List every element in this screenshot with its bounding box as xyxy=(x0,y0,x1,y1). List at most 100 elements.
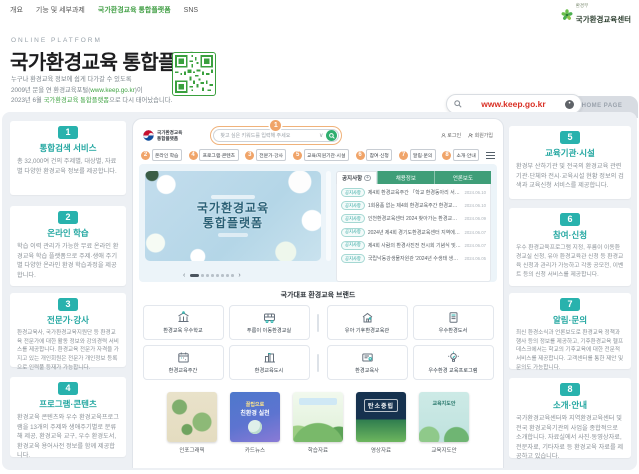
url-text: www.keep.go.kr xyxy=(467,99,560,109)
resource-videos[interactable]: 탄소중립 영상자료 xyxy=(356,392,406,454)
feature-card-about[interactable]: 8 소개·안내 국가환경교육센터와 지역환경교육센터 및 전국 환경교육기관의 … xyxy=(509,378,631,458)
top-nav-sns[interactable]: SNS xyxy=(184,7,198,14)
brand-card-mobile-classroom[interactable]: 푸름이 이동환경교실 xyxy=(229,305,310,340)
annotation-badge: 6 xyxy=(356,151,365,160)
feature-title: 프로그램·콘텐츠 xyxy=(17,398,119,410)
feature-card-experts[interactable]: 3 전문가·강사 환경교육사, 국가환경교육지원단 등 환경교육 전문가에 대한… xyxy=(10,293,126,367)
brand-card-educator-license[interactable]: 환경교육사 xyxy=(327,345,408,380)
tab-press[interactable]: 언론보도 xyxy=(434,171,491,184)
notice-row[interactable]: 공지사항 제4회 사람의 환경사진전 전시회 기념식 및 어린이 글짓기 행..… xyxy=(341,239,486,252)
tab-notices[interactable]: 공지사항 + xyxy=(336,171,377,184)
top-nav-features[interactable]: 기능 및 세부과제 xyxy=(36,5,85,15)
banner-decoration xyxy=(211,195,255,199)
notice-badge: 공지사항 xyxy=(341,214,365,223)
search-placeholder: 찾고 싶은 키워드를 입력해 주세요 xyxy=(220,132,319,139)
mock-nav-notices[interactable]: 7 알림·문의 xyxy=(399,149,436,161)
address-bar[interactable]: www.keep.go.kr • xyxy=(446,94,582,114)
login-link[interactable]: 로그인 xyxy=(441,132,461,139)
brand-card-education-city[interactable]: 환경교육도시 xyxy=(229,345,310,380)
notice-badge: 공지사항 xyxy=(341,241,365,250)
main-banner[interactable]: 국가환경교육 통합플랫폼 xyxy=(145,171,321,261)
notice-row[interactable]: 공지사항 1회용품 없는 제4회 환경교육주간 환경교육 홍보 및 체험부.. … xyxy=(341,199,486,212)
mock-logo-line1: 국가환경교육 xyxy=(157,130,182,135)
person-icon xyxy=(441,133,446,138)
feature-card-notices[interactable]: 7 알림·문의 최신 환경소식과 언론보도로 환경교육 정책과 행사 등의 정보… xyxy=(509,293,631,369)
globe-illustration xyxy=(248,420,262,434)
carousel-dot[interactable] xyxy=(226,274,229,277)
banner-title-line1: 국가환경교육 xyxy=(197,201,269,215)
cardnews-thumbnail: 꿀팁으로 친환경 실천 xyxy=(230,392,280,442)
brand-card-education-week[interactable]: 환경교육주간 xyxy=(143,345,224,380)
feature-title: 참여·신청 xyxy=(516,229,624,241)
feature-text: 환경부 산하기관 및 전국의 환경교육 관련 기관·단체와 전시·교육시설 현황… xyxy=(516,162,624,191)
feature-number-badge: 3 xyxy=(58,298,78,311)
carousel-dot-active[interactable] xyxy=(190,274,199,277)
mock-site-logo[interactable]: 국가환경교육 통합플랫폼 xyxy=(143,130,182,141)
plus-icon[interactable]: + xyxy=(364,175,371,182)
feature-title: 소개·안내 xyxy=(516,399,624,411)
notice-badge: 공지사항 xyxy=(341,201,365,210)
top-nav: 개요 기능 및 세부과제 국가환경교육 통합플랫폼 SNS xyxy=(10,5,198,15)
notice-row[interactable]: 공지사항 국립낙동강생물자원관 '2024년 수생태 생물다양성 체험교.. 2… xyxy=(341,252,486,265)
top-nav-platform[interactable]: 국가환경교육 통합플랫폼 xyxy=(98,5,171,15)
feature-text: 학습 이력 관리가 가능한 무료 온라인 환경교육 학습 플랫폼으로 주제·생애… xyxy=(17,242,119,280)
top-nav-overview[interactable]: 개요 xyxy=(10,5,23,15)
chevron-down-icon[interactable]: ∨ xyxy=(319,132,323,139)
carousel-dot[interactable] xyxy=(211,274,214,277)
mock-nav-experts[interactable]: 3 전문가·강사 xyxy=(245,149,286,161)
carousel-dot[interactable] xyxy=(231,274,234,277)
carousel-prev-icon[interactable]: ‹ xyxy=(181,272,187,279)
resource-infographic[interactable]: 인포그래픽 xyxy=(167,392,217,454)
notice-row[interactable]: 공지사항 인천환경교육센터 2024 찾아가는 환경교육교실 참가신청 안내 2… xyxy=(341,212,486,225)
infographic-thumbnail xyxy=(167,392,217,442)
resource-learning-materials[interactable]: 학습자료 xyxy=(293,392,343,454)
feature-card-institutions[interactable]: 5 교육기관·시설 환경부 산하기관 및 전국의 환경교육 관련 기관·단체와 … xyxy=(509,126,631,199)
bulb-icon xyxy=(447,351,460,364)
banner-carousel-controls: ‹ › xyxy=(181,272,243,279)
gov-emblem-icon xyxy=(143,130,154,141)
brand-card-excellent-program[interactable]: 우수환경 교육프로그램 xyxy=(413,345,494,380)
feature-card-participation[interactable]: 6 참여·신청 우수 환경교육프로그램 지정, 푸름이 이동환경교실 신청, 유… xyxy=(509,208,631,286)
carousel-dot[interactable] xyxy=(201,274,204,277)
mock-nav-online-learning[interactable]: 2 온라인 학습 xyxy=(141,149,182,161)
resource-cardnews[interactable]: 꿀팁으로 친환경 실천 카드뉴스 xyxy=(230,392,280,454)
annotation-badge: 3 xyxy=(245,151,254,160)
mock-nav-institutions[interactable]: 5 교육/지원기관·시설 xyxy=(293,149,349,161)
mock-nav-programs[interactable]: 4 프로그램·콘텐츠 xyxy=(189,149,239,161)
hero-description: 누구나 환경교육 정보에 쉽게 다가갈 수 있도록 2009년 문을 연 환경교… xyxy=(11,75,172,107)
feature-card-online-learning[interactable]: 2 온라인 학습 학습 이력 관리가 가능한 무료 온라인 환경교육 학습 플랫… xyxy=(10,206,126,286)
carousel-dot[interactable] xyxy=(216,274,219,277)
carousel-dot[interactable] xyxy=(206,274,209,277)
mock-search-input[interactable]: 찾고 싶은 키워드를 입력해 주세요 ∨ xyxy=(213,129,339,142)
feature-text: 환경교육 콘텐츠와 우수 환경교육프로그램을 13개의 주제와 생애주기별로 분… xyxy=(17,413,119,461)
mock-header: 국가환경교육 통합플랫폼 1 찾고 싶은 키워드를 입력해 주세요 ∨ xyxy=(133,119,503,145)
qr-code xyxy=(172,52,216,96)
mock-search-button[interactable] xyxy=(326,130,337,141)
reload-icon[interactable]: • xyxy=(565,100,574,109)
feature-number-badge: 1 xyxy=(58,126,78,139)
keep-url-link[interactable]: www.keep.go.kr xyxy=(90,87,134,94)
hamburger-menu-icon[interactable] xyxy=(486,152,495,159)
carousel-dot[interactable] xyxy=(221,274,224,277)
brand-card-books[interactable]: 우수환경도서 xyxy=(413,305,494,340)
next-slide-sliver xyxy=(326,171,331,261)
feature-card-programs[interactable]: 4 프로그램·콘텐츠 환경교육 콘텐츠와 우수 환경교육프로그램을 13개의 주… xyxy=(10,377,126,457)
mock-nav-about[interactable]: 8 소개·안내 xyxy=(442,149,479,161)
notice-row[interactable]: 공지사항 제4회 환경교육주간 「학교 환경동아리 서울숲 학교」 안내 202… xyxy=(341,186,486,199)
brand-card-kids-climate-center[interactable]: 유아 기후환경교육관 xyxy=(327,305,408,340)
carousel-next-icon[interactable]: › xyxy=(236,272,242,279)
feature-card-search[interactable]: 1 통합검색 서비스 총 32,000여 건의 주제별, 대상별, 자료별 다양… xyxy=(10,121,126,195)
resource-lesson-plans[interactable]: 교육지도안 교육지도안 xyxy=(419,392,469,454)
feature-number-badge: 6 xyxy=(560,213,580,226)
feature-number-badge: 4 xyxy=(58,382,78,395)
feature-text: 최신 환경소식과 언론보도로 환경교육 정책과 행사 등의 정보를 제공하고, … xyxy=(516,329,624,372)
feature-number-badge: 5 xyxy=(560,131,580,144)
annotation-badge: 2 xyxy=(141,151,150,160)
signup-link[interactable]: 회원가입 xyxy=(468,132,493,139)
notice-badge: 공지사항 xyxy=(341,254,365,263)
notice-row[interactable]: 공지사항 2024년 제4회 경기도환경교육센터 지역에서 환경교육 실천.. … xyxy=(341,226,486,239)
tab-jobs[interactable]: 채용정보 xyxy=(377,171,434,184)
brand-card-excellent-school[interactable]: 환경교육 우수학교 xyxy=(143,305,224,340)
mock-nav-participation[interactable]: 6 참여·신청 xyxy=(356,149,393,161)
feature-number-badge: 7 xyxy=(560,298,580,311)
